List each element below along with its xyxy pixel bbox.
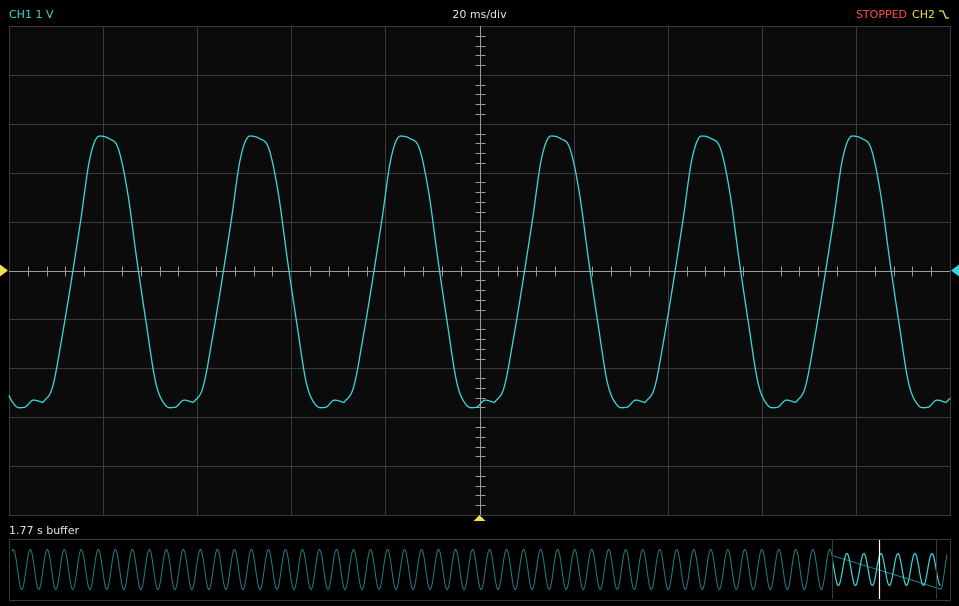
graticule-grid bbox=[9, 26, 951, 516]
ch2-offset-marker[interactable] bbox=[0, 264, 8, 277]
ch1-offset-marker[interactable] bbox=[951, 264, 959, 277]
oscilloscope-screen[interactable] bbox=[0, 0, 959, 606]
buffer-label: 1.77 s buffer bbox=[9, 524, 80, 537]
